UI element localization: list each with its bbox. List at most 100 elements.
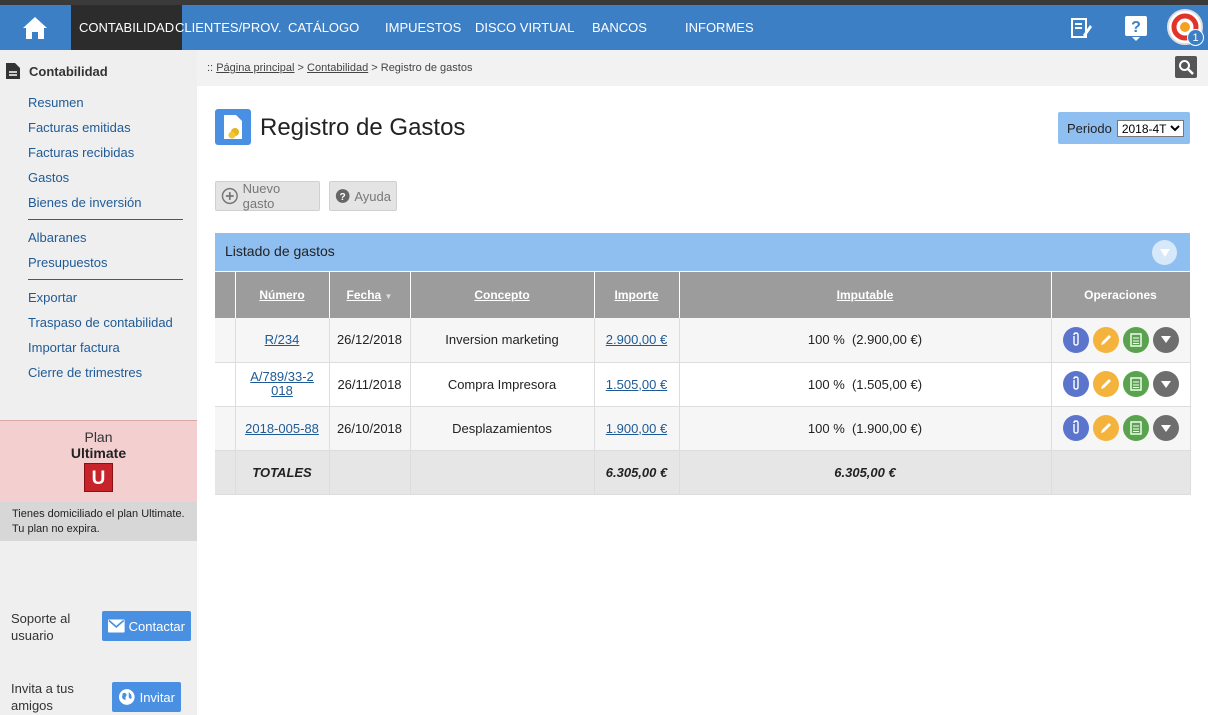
importe-link[interactable]: 1.900,00 € — [606, 421, 667, 436]
invite-button[interactable]: Invitar — [112, 682, 181, 712]
header-numero[interactable]: Número — [235, 272, 330, 318]
attach-icon — [1072, 332, 1079, 346]
panel-header: Listado de gastos — [215, 233, 1190, 271]
search-button[interactable] — [1175, 56, 1197, 78]
cell-importe: 1.505,00 € — [594, 362, 680, 407]
sidebar-item-exportar[interactable]: Exportar — [28, 290, 77, 305]
nav-impuestos[interactable]: IMPUESTOS — [385, 5, 461, 50]
header-imputable[interactable]: Imputable — [679, 272, 1052, 318]
user-avatar[interactable]: 1 — [1167, 9, 1204, 46]
row-selector[interactable] — [215, 406, 236, 451]
support-text: Soporte al usuario — [11, 611, 71, 643]
plan-note: Tienes domiciliado el plan Ultimate. Tu … — [0, 502, 197, 541]
document-icon — [1129, 377, 1142, 391]
plan-name: Ultimate — [70, 445, 127, 461]
document-icon — [6, 63, 20, 79]
document-button[interactable] — [1122, 415, 1149, 441]
sidebar-item-traspaso[interactable]: Traspaso de contabilidad — [28, 315, 173, 330]
nav-catalogo[interactable]: CATÁLOGO — [288, 5, 359, 50]
table-row: R/234 26/12/2018 Inversion marketing 2.9… — [215, 318, 1191, 363]
page-title-icon — [215, 109, 251, 145]
attach-button[interactable] — [1062, 326, 1089, 353]
totals-label: TOTALES — [235, 450, 330, 495]
document-button[interactable] — [1122, 371, 1149, 397]
totals-empty — [1051, 450, 1191, 495]
more-button[interactable] — [1152, 326, 1179, 353]
importe-link[interactable]: 2.900,00 € — [606, 332, 667, 347]
header-concepto[interactable]: Concepto — [410, 272, 595, 318]
nav-contabilidad[interactable]: CONTABILIDAD — [71, 5, 183, 50]
attach-icon — [1072, 420, 1079, 434]
sidebar-item-bienes-inversion[interactable]: Bienes de inversión — [28, 195, 141, 210]
help-action-label: Ayuda — [354, 188, 391, 204]
cell-imputable: 100 % (2.900,00 €) — [679, 318, 1052, 363]
more-button[interactable] — [1152, 371, 1179, 397]
row-selector[interactable] — [215, 318, 236, 363]
numero-link[interactable]: 2018-005-88 — [245, 421, 319, 436]
contact-button[interactable]: Contactar — [102, 611, 191, 641]
header-importe-link[interactable]: Importe — [614, 288, 658, 302]
home-icon — [23, 16, 47, 39]
breadcrumb-contabilidad-link[interactable]: Contabilidad — [307, 62, 368, 74]
sidebar-item-importar-factura[interactable]: Importar factura — [28, 340, 120, 355]
header-importe[interactable]: Importe — [594, 272, 680, 318]
sidebar-item-cierre-trimestres[interactable]: Cierre de trimestres — [28, 365, 142, 380]
new-expense-label: Nuevo gasto — [242, 181, 281, 211]
edit-button[interactable] — [1092, 371, 1119, 397]
header-fecha[interactable]: Fecha ▼ — [329, 272, 411, 318]
more-icon — [1160, 380, 1171, 388]
document-button[interactable] — [1122, 326, 1149, 353]
nav-clientes-prov[interactable]: CLIENTES/PROV. — [175, 5, 281, 50]
nav-bancos[interactable]: BANCOS — [592, 5, 647, 50]
importe-link[interactable]: 1.505,00 € — [606, 377, 667, 392]
header-concepto-link[interactable]: Concepto — [474, 288, 529, 302]
search-icon — [1179, 60, 1194, 75]
sidebar-item-albaranes[interactable]: Albaranes — [28, 230, 87, 245]
cell-imputable: 100 % (1.505,00 €) — [679, 362, 1052, 407]
attach-button[interactable] — [1062, 415, 1089, 441]
totals-row: TOTALES 6.305,00 € 6.305,00 € — [215, 450, 1191, 495]
help-button[interactable]: ? — [1119, 11, 1153, 45]
sidebar-item-resumen[interactable]: Resumen — [28, 95, 84, 110]
notes-button[interactable] — [1064, 11, 1098, 45]
more-button[interactable] — [1152, 415, 1179, 441]
top-navbar: CONTABILIDAD CLIENTES/PROV. CATÁLOGO IMP… — [0, 5, 1208, 50]
sidebar-item-facturas-recibidas[interactable]: Facturas recibidas — [28, 145, 134, 160]
sidebar-item-facturas-emitidas[interactable]: Facturas emitidas — [28, 120, 131, 135]
breadcrumb: :: Página principal > Contabilidad > Reg… — [197, 50, 1208, 86]
breadcrumb-home-link[interactable]: Página principal — [216, 62, 294, 74]
svg-text:?: ? — [1131, 19, 1141, 36]
breadcrumb-separator: > — [297, 62, 304, 74]
header-operaciones: Operaciones — [1051, 272, 1191, 318]
periodo-selector: Periodo 2018-4T — [1058, 112, 1190, 144]
nav-informes[interactable]: INFORMES — [685, 5, 754, 50]
totals-empty — [410, 450, 595, 495]
header-imputable-link[interactable]: Imputable — [837, 288, 894, 302]
breadcrumb-current: Registro de gastos — [380, 62, 473, 74]
periodo-label: Periodo — [1067, 120, 1112, 136]
expense-document-icon — [224, 115, 242, 139]
edit-button[interactable] — [1092, 326, 1119, 353]
sidebar-item-presupuestos[interactable]: Presupuestos — [28, 255, 108, 270]
nav-disco-virtual[interactable]: DISCO VIRTUAL — [475, 5, 574, 50]
numero-link[interactable]: R/234 — [265, 332, 300, 347]
periodo-select[interactable]: 2018-4T — [1116, 119, 1184, 137]
row-selector[interactable] — [215, 362, 236, 407]
edit-button[interactable] — [1092, 415, 1119, 441]
header-numero-link[interactable]: Número — [259, 288, 304, 302]
numero-link[interactable]: A/789/33-2018 — [247, 370, 317, 398]
panel-collapse-button[interactable] — [1152, 240, 1177, 265]
header-fecha-link[interactable]: Fecha — [347, 288, 382, 302]
globe-icon — [118, 689, 135, 705]
notification-badge: 1 — [1187, 29, 1204, 46]
attach-button[interactable] — [1062, 371, 1089, 397]
sidebar-item-gastos[interactable]: Gastos — [28, 170, 69, 185]
more-icon — [1160, 424, 1171, 432]
home-button[interactable] — [0, 5, 70, 50]
new-expense-button[interactable]: Nuevo gasto — [215, 181, 320, 211]
sort-desc-icon: ▼ — [384, 292, 393, 301]
chevron-down-icon — [1159, 248, 1170, 257]
cell-importe: 2.900,00 € — [594, 318, 680, 363]
help-action-button[interactable]: ? Ayuda — [329, 181, 397, 211]
cell-fecha: 26/12/2018 — [329, 318, 411, 363]
